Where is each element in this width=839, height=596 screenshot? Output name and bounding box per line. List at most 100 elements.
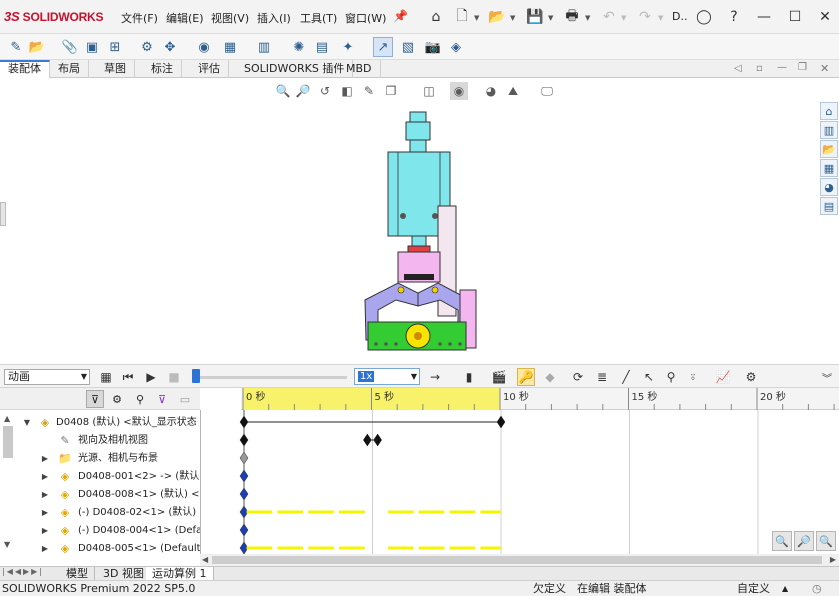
playback-mode-icon[interactable]: → [426,368,444,386]
scroll-right-icon[interactable]: ▶ [830,555,836,564]
open-icon[interactable]: 📂 [487,7,507,27]
dynamic-annotation-icon[interactable]: ✎ [360,82,378,100]
zoom-to-fit-icon[interactable]: 🔍 [274,82,292,100]
print-icon[interactable]: 🖶 [562,7,582,27]
spring-icon[interactable]: ≣ [593,368,611,386]
contact-icon[interactable]: ⚲ [662,368,680,386]
tab-markup[interactable]: 标注 [143,60,182,78]
tab-navigation-arrows-icon[interactable]: |◀◀▶▶| [2,567,44,576]
hide-show-items-icon[interactable]: ◉ [450,82,468,100]
zoom-in-icon[interactable]: 🔎 [794,531,814,551]
expand-icon[interactable]: ▶ [40,486,50,504]
chevron-down-icon[interactable]: ▼ [474,14,479,22]
apply-scene-icon[interactable]: ⛰ [504,82,522,100]
study-type-select[interactable]: 动画 ▼ [4,369,90,385]
solidworks-resources-icon[interactable]: ⌂ [820,102,838,120]
filter-selected-icon[interactable]: ⚲ [131,390,149,408]
tree-scrollbar[interactable]: ▲ ▼ [1,410,15,554]
tree-row-camera-view[interactable]: ✎ 视向及相机视图 [0,432,200,450]
new-document-icon[interactable]: 🗋 [452,7,472,27]
large-assembly-icon[interactable]: ◈ [446,37,466,57]
chevron-down-icon[interactable]: ▼ [510,14,515,22]
scroll-up-icon[interactable]: ▲ [4,414,10,423]
user-account-icon[interactable]: ◯ [694,7,714,27]
force-icon[interactable]: ↖ [640,368,658,386]
menu-file[interactable]: 文件(F) [121,10,158,26]
tile-icon[interactable]: ▫ [756,63,763,74]
instant3d-icon[interactable]: ↗ [373,37,393,57]
panel-collapse-handle[interactable] [0,202,6,226]
units-menu-icon[interactable]: ▲ [782,581,788,596]
tab-model[interactable]: 模型 [60,567,95,581]
zoom-out-icon[interactable]: 🔍 [816,531,836,551]
doc-close-icon[interactable]: ✕ [820,62,829,75]
mate-icon[interactable]: 📎 [60,37,80,57]
add-key-icon[interactable]: ◆ [541,368,559,386]
chevron-down-icon[interactable]: ▼ [621,14,626,22]
tree-row-part[interactable]: ▶ ◈ D0408-005<1> (Default) [0,540,200,554]
minimize-window-icon[interactable]: — [754,7,774,27]
timeline-ruler[interactable]: 0 秒 5 秒 10 秒 15 秒 20 秒 [241,388,839,410]
tab-layout[interactable]: 布局 [50,60,89,78]
playback-slider-track[interactable] [195,376,347,379]
chevron-down-icon[interactable]: ▼ [548,14,553,22]
scroll-left-icon[interactable]: ◀ [202,555,208,564]
reference-geometry-icon[interactable]: ▥ [254,37,274,57]
play-from-start-icon[interactable]: ⏮ [119,368,137,386]
play-icon[interactable]: ▶ [142,368,160,386]
menu-view[interactable]: 视图(V) [211,10,249,26]
help-icon[interactable]: ? [724,7,744,27]
menu-window[interactable]: 窗口(W) [345,10,386,26]
doc-restore-icon[interactable]: ❐ [798,62,807,73]
tree-row-part[interactable]: ▶ ◈ D0408-008<1> (默认) <- [0,486,200,504]
move-component-icon[interactable]: ✥ [160,37,180,57]
previous-view-icon[interactable]: ↺ [316,82,334,100]
zoom-area-icon[interactable]: 🔎 [294,82,312,100]
redo-icon[interactable]: ↷ [635,7,655,27]
linear-pattern-icon[interactable]: ⊞ [105,37,125,57]
save-animation-icon[interactable]: ▮ [460,368,478,386]
take-snapshot-icon[interactable]: 📷 [423,37,443,57]
undo-icon[interactable]: ↶ [599,7,619,27]
chevron-down-icon[interactable]: ▼ [658,14,663,22]
assembly-features-icon[interactable]: ▦ [220,37,240,57]
scrollbar-thumb[interactable] [212,556,822,564]
edit-appearance-icon[interactable]: ◕ [482,82,500,100]
tab-mbd[interactable]: MBD [338,60,381,78]
tree-row-assembly[interactable]: ▼ ◈ D0408 (默认) <默认_显示状态 [0,414,200,432]
damper-icon[interactable]: ╱ [617,368,635,386]
chevron-down-icon[interactable]: ▼ [585,14,590,22]
tree-row-lights[interactable]: ▶ 📁 光源、相机与布景 [0,450,200,468]
design-library-icon[interactable]: ▥ [820,121,838,139]
tab-addins[interactable]: SOLIDWORKS 插件 [236,60,354,78]
doc-minimize-icon[interactable]: — [777,62,787,73]
results-and-plots-icon[interactable]: 📈 [714,368,732,386]
menu-insert[interactable]: 插入(I) [257,10,291,26]
exploded-view-icon[interactable]: ✦ [338,37,358,57]
gravity-icon[interactable]: ⍤ [684,368,702,386]
component-preview-icon[interactable]: ▣ [82,37,102,57]
collapse-tree-icon[interactable]: ▭ [176,390,194,408]
collapse-motion-manager-icon[interactable]: ︾ [818,368,836,386]
tab-scroll-left-icon[interactable]: ◁ [734,63,742,74]
filter-driving-icon[interactable]: ⚙ [108,390,126,408]
timeline-area[interactable] [200,410,839,554]
animation-wizard-icon[interactable]: 🎬 [490,368,508,386]
expand-icon[interactable]: ▶ [40,450,50,468]
expand-icon[interactable]: ▶ [40,468,50,486]
scrollbar-thumb[interactable] [3,426,13,458]
bill-of-materials-icon[interactable]: ▤ [312,37,332,57]
gripper-model[interactable] [0,78,839,364]
tab-motion-study-1[interactable]: 运动算例 1 [146,567,214,581]
home-icon[interactable]: ⌂ [426,7,446,27]
tab-sketch[interactable]: 草图 [96,60,135,78]
file-explorer-icon[interactable]: 📂 [820,140,838,158]
expand-icon[interactable]: ▼ [22,414,32,432]
section-view-icon[interactable]: ◧ [338,82,356,100]
playback-slider-thumb[interactable] [192,369,200,383]
custom-properties-icon[interactable]: ▤ [820,197,838,215]
tab-3d-views[interactable]: 3D 视图 [97,567,151,581]
new-motion-study-icon[interactable]: ✺ [289,37,309,57]
zoom-to-fit-icon[interactable]: 🔍 [772,531,792,551]
scroll-down-icon[interactable]: ▼ [4,540,10,549]
